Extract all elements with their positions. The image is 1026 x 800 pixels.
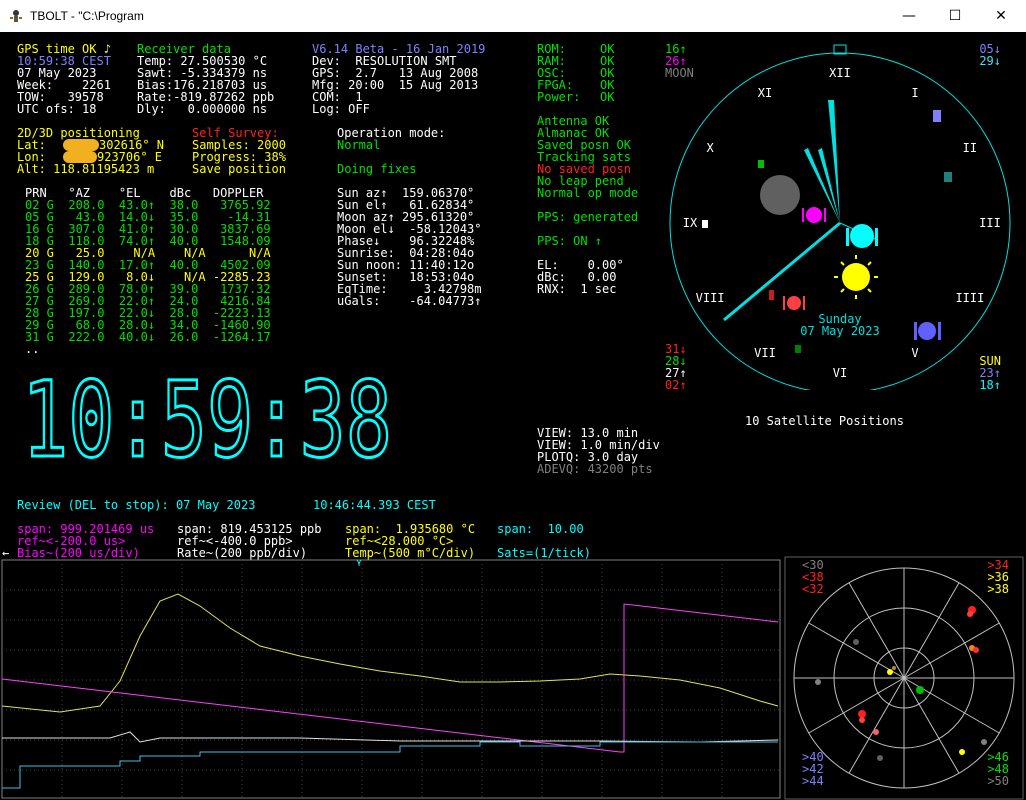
sat-16-icon xyxy=(758,160,764,168)
opmode-value: Normal xyxy=(337,138,381,152)
sat-28-icon xyxy=(795,345,801,353)
plot-top-marker: ⋎ xyxy=(355,558,363,569)
sky-outer-ring xyxy=(669,52,1011,390)
review-time: 10:46:44.393 CEST xyxy=(313,498,436,512)
sat-27-icon xyxy=(702,220,708,228)
legend-entry: 18↑ xyxy=(979,378,1001,392)
gps-utc-offset: UTC ofs: 18 xyxy=(17,102,97,116)
sky-date: 07 May 2023 xyxy=(800,324,879,338)
window-title: TBOLT - "C:\Program xyxy=(30,9,144,23)
history-plot[interactable]: ⋎ xyxy=(0,556,782,800)
sun-trail-1 xyxy=(828,100,840,223)
sat-29-icon xyxy=(944,172,952,182)
close-button[interactable]: ✕ xyxy=(978,0,1024,32)
big-clock: 10:59:38 xyxy=(22,374,394,464)
sat-31-icon xyxy=(769,290,774,300)
hour-label: I xyxy=(911,86,918,100)
status-op-mode: Normal op mode xyxy=(537,186,639,200)
adevq: ADEVQ: 43200 pts xyxy=(537,462,653,476)
hour-label: VIII xyxy=(696,291,725,305)
big-clock-text: 10:59:38 xyxy=(22,374,392,464)
plot-grid xyxy=(2,560,780,798)
sat-23-icon xyxy=(918,322,936,340)
ugals: uGals: -64.04773↑ xyxy=(337,294,482,308)
review-text: Review (DEL to stop): 07 May 2023 xyxy=(17,498,256,512)
hour-label: IIII xyxy=(955,291,984,305)
plot-border xyxy=(1,559,781,799)
power-label: Power: xyxy=(537,90,581,104)
legend-entry: >50 xyxy=(987,774,1009,788)
table-more: .. xyxy=(25,342,40,356)
hour-label: V xyxy=(911,346,918,360)
alt-value: Alt: 118.81195423 m xyxy=(17,162,155,176)
sky-title: 10 Satellite Positions xyxy=(745,414,904,428)
sat-trail xyxy=(723,221,841,322)
hour-label: III xyxy=(979,216,1001,230)
power-value: OK xyxy=(600,90,615,104)
receiver-dly: Dly: 0.000000 ns xyxy=(137,102,268,116)
survey-save: Save position xyxy=(192,162,286,176)
hour-label: VII xyxy=(754,346,776,360)
title-bar: TBOLT - "C:\Program — ☐ ✕ xyxy=(0,0,1026,32)
sun-icon xyxy=(842,263,870,291)
moon-icon xyxy=(760,175,800,215)
legend-entry: <32 xyxy=(802,582,824,596)
lat-redacted xyxy=(63,139,99,151)
hour-label: II xyxy=(963,141,977,155)
sat-18-icon xyxy=(850,224,874,248)
sat-05-icon xyxy=(933,110,941,122)
pps-on: PPS: ON ↑ xyxy=(537,234,603,248)
legend-entry: >44 xyxy=(802,774,824,788)
mini-spokes xyxy=(794,568,1014,788)
rnx-value: RNX: 1 sec xyxy=(537,282,617,296)
span-sats: span: 10.00 xyxy=(497,522,584,536)
legend-entry: MOON xyxy=(665,66,694,80)
device-log: Log: OFF xyxy=(312,102,370,116)
hour-label: XII xyxy=(829,66,851,80)
hour-label: X xyxy=(706,141,714,155)
minimize-button[interactable]: — xyxy=(886,0,932,32)
hour-label: VI xyxy=(833,366,847,380)
doing-fixes: Doing fixes xyxy=(337,162,417,176)
legend-entry: >38 xyxy=(987,582,1009,596)
table-row: 31 G 222.0 40.0↓ 26.0 -1264.17 xyxy=(25,330,271,344)
legend-entry: 29↓ xyxy=(979,54,1001,68)
sat-26-icon xyxy=(806,207,822,223)
satellite-sky-plot[interactable]: XIIIIIIIIIIIIVVIVIIVIIIIXXXI Sunday 07 M… xyxy=(668,40,1018,390)
sat-02-icon xyxy=(787,296,801,310)
pps-generated: PPS: generated xyxy=(537,210,639,224)
hour-label: XI xyxy=(758,86,772,100)
app-icon xyxy=(10,10,22,22)
hour-label: IX xyxy=(683,216,698,230)
legend-entry: 02↑ xyxy=(665,378,687,392)
maximize-button[interactable]: ☐ xyxy=(932,0,978,32)
